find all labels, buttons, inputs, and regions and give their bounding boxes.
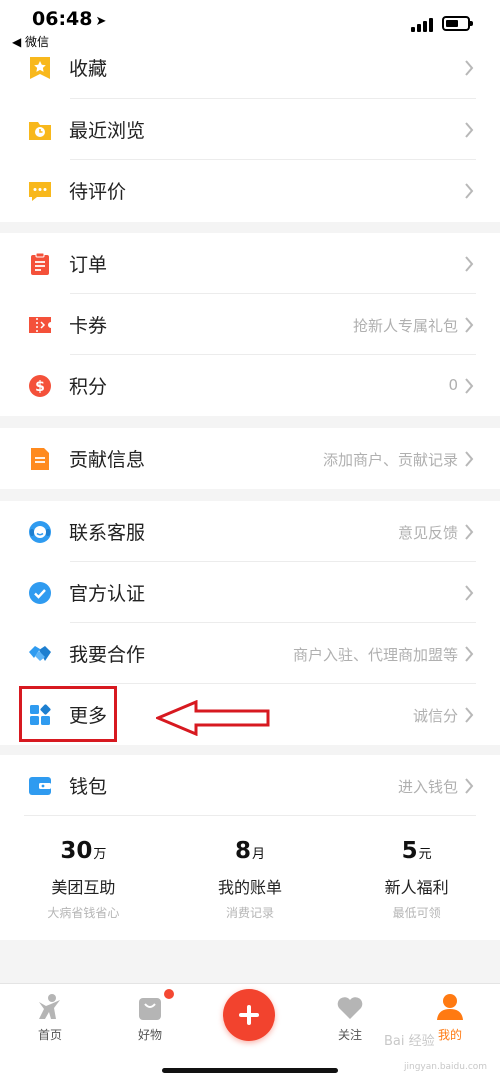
menu-item-certification[interactable]: 官方认证 (0, 562, 500, 623)
wallet-icon (29, 777, 51, 795)
chevron-right-icon (465, 122, 474, 138)
baidu-watermark: Bai 经验 (384, 1034, 435, 1049)
menu-item-hint: 诚信分 (412, 707, 458, 725)
chevron-right-icon (465, 778, 474, 794)
divider (24, 815, 476, 816)
add-plus-button[interactable] (223, 989, 275, 1041)
svg-text:$: $ (35, 379, 45, 395)
menu-item-hint: 添加商户、贡献记录 (322, 451, 458, 469)
highlight-box-annotation (19, 686, 117, 742)
chevron-right-icon (465, 378, 474, 394)
stat-my-bill[interactable]: 8月 我的账单 消费记录 (167, 835, 334, 925)
menu-item-coupons[interactable]: 卡券 抢新人专属礼包 (0, 294, 500, 355)
chevron-right-icon (465, 646, 474, 662)
menu-item-label: 最近浏览 (69, 120, 146, 142)
menu-item-label: 官方认证 (69, 583, 146, 605)
stat-mutual-aid[interactable]: 30万 美团互助 大病省钱省心 (0, 835, 167, 925)
battery-icon (442, 16, 473, 31)
chevron-right-icon (465, 451, 474, 467)
home-figure-icon (39, 994, 60, 1019)
stat-subtitle: 大病省钱省心 (47, 906, 120, 920)
clipboard-icon (31, 252, 49, 275)
chevron-right-icon (465, 60, 474, 76)
tab-home[interactable]: 首页 (0, 992, 100, 1043)
menu-item-cooperation[interactable]: 我要合作 商户入驻、代理商加盟等 (0, 623, 500, 684)
menu-item-wallet[interactable]: 钱包 进入钱包 (0, 755, 500, 816)
notification-dot (164, 989, 174, 999)
chevron-right-icon (465, 256, 474, 272)
star-bookmark-icon (30, 57, 50, 79)
stat-new-user-benefit[interactable]: 5元 新人福利 最低可领 (333, 835, 500, 925)
stat-subtitle: 消费记录 (226, 906, 275, 920)
document-icon (31, 448, 49, 470)
headset-icon (29, 521, 51, 543)
chevron-right-icon (465, 585, 474, 601)
stat-title: 我的账单 (218, 878, 283, 897)
check-badge-icon (29, 582, 51, 604)
menu-item-recent[interactable]: 最近浏览 (0, 99, 500, 160)
stat-value: 30万 (60, 838, 107, 864)
arrow-left-annotation-icon (156, 700, 270, 736)
user-profile-icon (437, 994, 463, 1020)
home-indicator[interactable] (162, 1068, 338, 1073)
folder-clock-icon (29, 122, 51, 140)
stat-value: 5元 (401, 838, 432, 864)
chevron-right-icon (465, 524, 474, 540)
menu-item-label: 收藏 (69, 58, 108, 80)
menu-item-contributions[interactable]: 贡献信息 添加商户、贡献记录 (0, 428, 500, 489)
menu-item-hint: 意见反馈 (397, 524, 458, 542)
stat-title: 美团互助 (51, 878, 116, 897)
cellular-signal-icon (411, 16, 435, 32)
stat-subtitle: 最低可领 (392, 906, 441, 920)
coin-icon: $ (29, 375, 51, 397)
comment-icon (29, 182, 51, 201)
shopping-bag-icon (139, 998, 161, 1020)
heart-icon (337, 997, 363, 1019)
tab-label: 首页 (37, 1028, 62, 1042)
section-orders: 订单 卡券 抢新人专属礼包 $ 积分 0 (0, 233, 500, 416)
handshake-icon (29, 646, 51, 661)
back-to-wechat-link[interactable]: ◀ 微信 (12, 33, 49, 50)
menu-item-points[interactable]: $ 积分 0 (0, 355, 500, 416)
menu-item-label: 贡献信息 (69, 449, 146, 471)
tab-label: 好物 (137, 1028, 162, 1042)
menu-item-label: 积分 (69, 376, 108, 398)
location-arrow-icon: ➤ (95, 14, 107, 29)
wallet-section: 钱包 进入钱包 30万 美团互助 大病省钱省心 8月 我的账单 消费记录 5元 … (0, 755, 500, 940)
menu-item-orders[interactable]: 订单 (0, 233, 500, 294)
menu-item-label: 订单 (69, 254, 108, 276)
menu-item-label: 联系客服 (69, 522, 146, 544)
chevron-right-icon (465, 183, 474, 199)
ticket-icon (29, 317, 51, 333)
menu-item-label: 卡券 (69, 315, 108, 337)
wallet-stats: 30万 美团互助 大病省钱省心 8月 我的账单 消费记录 5元 新人福利 最低可… (0, 835, 500, 925)
menu-item-label: 待评价 (69, 181, 127, 203)
chevron-right-icon (465, 317, 474, 333)
section-contributions: 贡献信息 添加商户、贡献记录 (0, 428, 500, 489)
menu-item-hint: 0 (448, 376, 458, 394)
stat-value: 8月 (234, 838, 266, 864)
menu-item-customer-service[interactable]: 联系客服 意见反馈 (0, 501, 500, 562)
chevron-right-icon (465, 707, 474, 723)
clock: 06:48 ➤ (32, 8, 107, 30)
menu-item-hint: 进入钱包 (397, 778, 458, 796)
baidu-watermark-url: jingyan.baidu.com (404, 1062, 488, 1072)
section-favorites: 收藏 最近浏览 待评价 (0, 38, 500, 222)
menu-item-label: 钱包 (69, 776, 108, 798)
menu-item-label: 我要合作 (69, 644, 146, 666)
menu-item-hint: 抢新人专属礼包 (352, 317, 458, 335)
menu-item-hint: 商户入驻、代理商加盟等 (292, 646, 458, 664)
stat-title: 新人福利 (384, 878, 449, 897)
menu-item-pending-review[interactable]: 待评价 (0, 160, 500, 221)
status-bar: 06:48 ➤ ◀ 微信 (0, 0, 500, 52)
tab-goods[interactable]: 好物 (100, 992, 200, 1043)
